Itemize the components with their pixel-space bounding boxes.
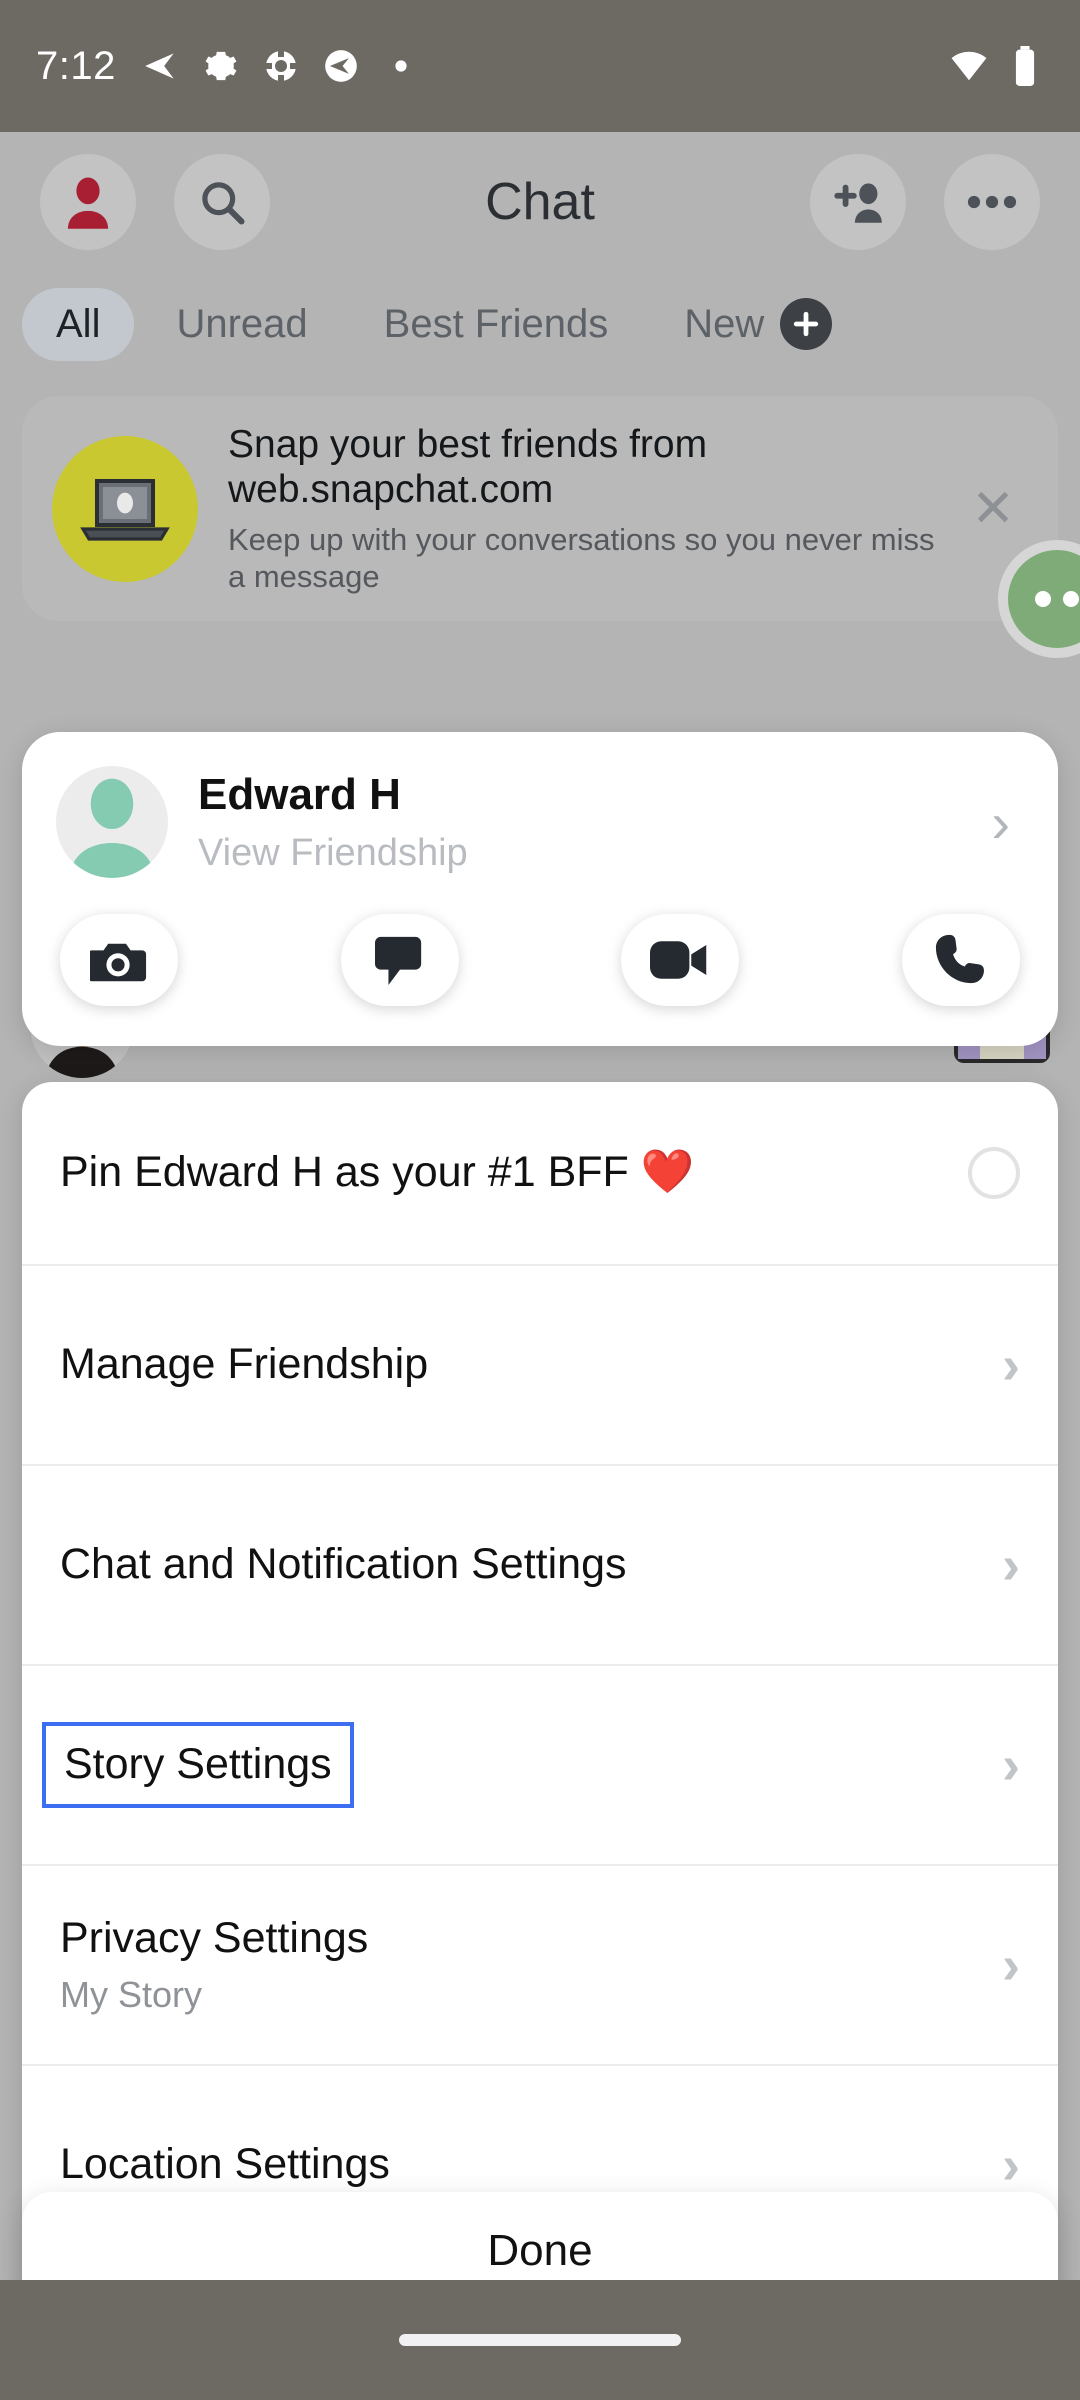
- more-options-icon: [967, 195, 1017, 209]
- menu-item-sublabel: My Story: [60, 1973, 203, 2015]
- chat-button[interactable]: [340, 914, 459, 1006]
- dot-icon: [382, 47, 420, 85]
- menu-item-label: Manage Friendship: [60, 1340, 429, 1389]
- menu-item-label: Location Settings: [60, 2140, 390, 2189]
- tab-unread[interactable]: Unread: [142, 288, 341, 361]
- promo-title: Snap your best friends from web.snapchat…: [228, 423, 708, 512]
- menu-item-text: Location Settings: [60, 2140, 982, 2189]
- profile-card-actions: [22, 914, 1058, 1006]
- pin-bff-toggle[interactable]: [968, 1147, 1020, 1199]
- video-call-button[interactable]: [621, 914, 740, 1006]
- avatar: [56, 766, 168, 878]
- laptop-icon: [52, 435, 198, 582]
- navigation-gesture-bar[interactable]: [0, 2280, 1080, 2400]
- menu-item-text: Story Settings: [42, 1722, 982, 1808]
- menu-item-privacy-settings[interactable]: Privacy Settings My Story ›: [22, 1864, 1058, 2064]
- profile-card: Edward H View Friendship ›: [22, 732, 1058, 1046]
- menu-item-chat-notification-settings[interactable]: Chat and Notification Settings ›: [22, 1464, 1058, 1664]
- status-bar-notification-icons: [142, 47, 420, 85]
- promo-subtitle: Keep up with your conversations so you n…: [228, 521, 935, 594]
- search-button[interactable]: [174, 154, 270, 250]
- phone-icon: [935, 934, 984, 984]
- phone-screen: 7:12 Chat All Unread Best Friends New Sn…: [0, 0, 1080, 2400]
- menu-item-label: Pin Edward H as your #1 BFF ❤️: [60, 1148, 695, 1197]
- chevron-right-icon: ›: [1002, 1935, 1020, 1995]
- gesture-handle[interactable]: [399, 2334, 681, 2346]
- menu-item-story-settings[interactable]: Story Settings ›: [22, 1664, 1058, 1864]
- gear-icon: [202, 47, 240, 85]
- menu-item-text: Pin Edward H as your #1 BFF ❤️: [60, 1148, 968, 1197]
- plus-icon[interactable]: [780, 298, 833, 350]
- profile-avatar-button[interactable]: [40, 154, 136, 250]
- menu-item-manage-friendship[interactable]: Manage Friendship ›: [22, 1264, 1058, 1464]
- menu-item-pin-bff[interactable]: Pin Edward H as your #1 BFF ❤️: [22, 1082, 1058, 1264]
- profile-name: Edward H: [198, 769, 401, 819]
- menu-item-text: Chat and Notification Settings: [60, 1540, 982, 1589]
- battery-icon: [1006, 46, 1044, 86]
- filter-tabs: All Unread Best Friends New: [0, 272, 1080, 376]
- person-placeholder-icon: [70, 778, 154, 878]
- tab-best-friends[interactable]: Best Friends: [350, 288, 643, 361]
- menu-item-label: Privacy Settings: [60, 1914, 369, 1963]
- tab-new-label: New: [684, 301, 765, 346]
- voice-call-button[interactable]: [901, 914, 1020, 1006]
- add-friend-button[interactable]: [810, 154, 906, 250]
- more-dots-icon: [1035, 591, 1051, 607]
- status-bar-system-icons: [950, 46, 1044, 86]
- close-icon[interactable]: ✕: [958, 479, 1028, 539]
- app-header: Chat: [0, 132, 1080, 272]
- web-snapchat-promo-banner[interactable]: Snap your best friends from web.snapchat…: [22, 396, 1058, 621]
- app-header-actions: [810, 154, 1040, 250]
- chat-bubble-icon: [374, 936, 421, 985]
- more-dots-icon: [1063, 591, 1079, 607]
- menu-item-text: Manage Friendship: [60, 1340, 982, 1389]
- snapchat-filled-icon: [322, 47, 360, 85]
- menu-item-text: Privacy Settings My Story: [60, 1914, 982, 2015]
- status-bar-time: 7:12: [36, 43, 116, 88]
- send-snap-button[interactable]: [60, 914, 178, 1006]
- tab-all[interactable]: All: [22, 287, 135, 361]
- chevron-right-icon: ›: [1002, 1335, 1020, 1395]
- chevron-right-icon: ›: [1002, 1735, 1020, 1795]
- promo-text: Snap your best friends from web.snapchat…: [228, 422, 958, 595]
- tab-new[interactable]: New: [650, 284, 842, 364]
- lifebuoy-icon: [262, 47, 300, 85]
- menu-item-label: Story Settings: [42, 1722, 354, 1808]
- chevron-right-icon[interactable]: ›: [991, 790, 1024, 855]
- view-friendship-label[interactable]: View Friendship: [198, 832, 991, 875]
- search-icon: [202, 182, 245, 225]
- snapchat-ghost-icon: [142, 47, 180, 85]
- profile-card-header[interactable]: Edward H View Friendship ›: [22, 766, 1058, 878]
- profile-card-text: Edward H View Friendship: [198, 770, 991, 875]
- camera-icon: [90, 943, 147, 982]
- add-friend-icon: [834, 183, 882, 223]
- more-options-button[interactable]: [944, 154, 1040, 250]
- menu-item-label: Chat and Notification Settings: [60, 1540, 627, 1589]
- chevron-right-icon: ›: [1002, 1535, 1020, 1595]
- status-bar: 7:12: [0, 0, 1080, 132]
- wifi-icon: [950, 47, 988, 85]
- video-camera-icon: [650, 941, 707, 979]
- profile-avatar-icon: [67, 177, 109, 229]
- chevron-right-icon: ›: [1002, 2135, 1020, 2195]
